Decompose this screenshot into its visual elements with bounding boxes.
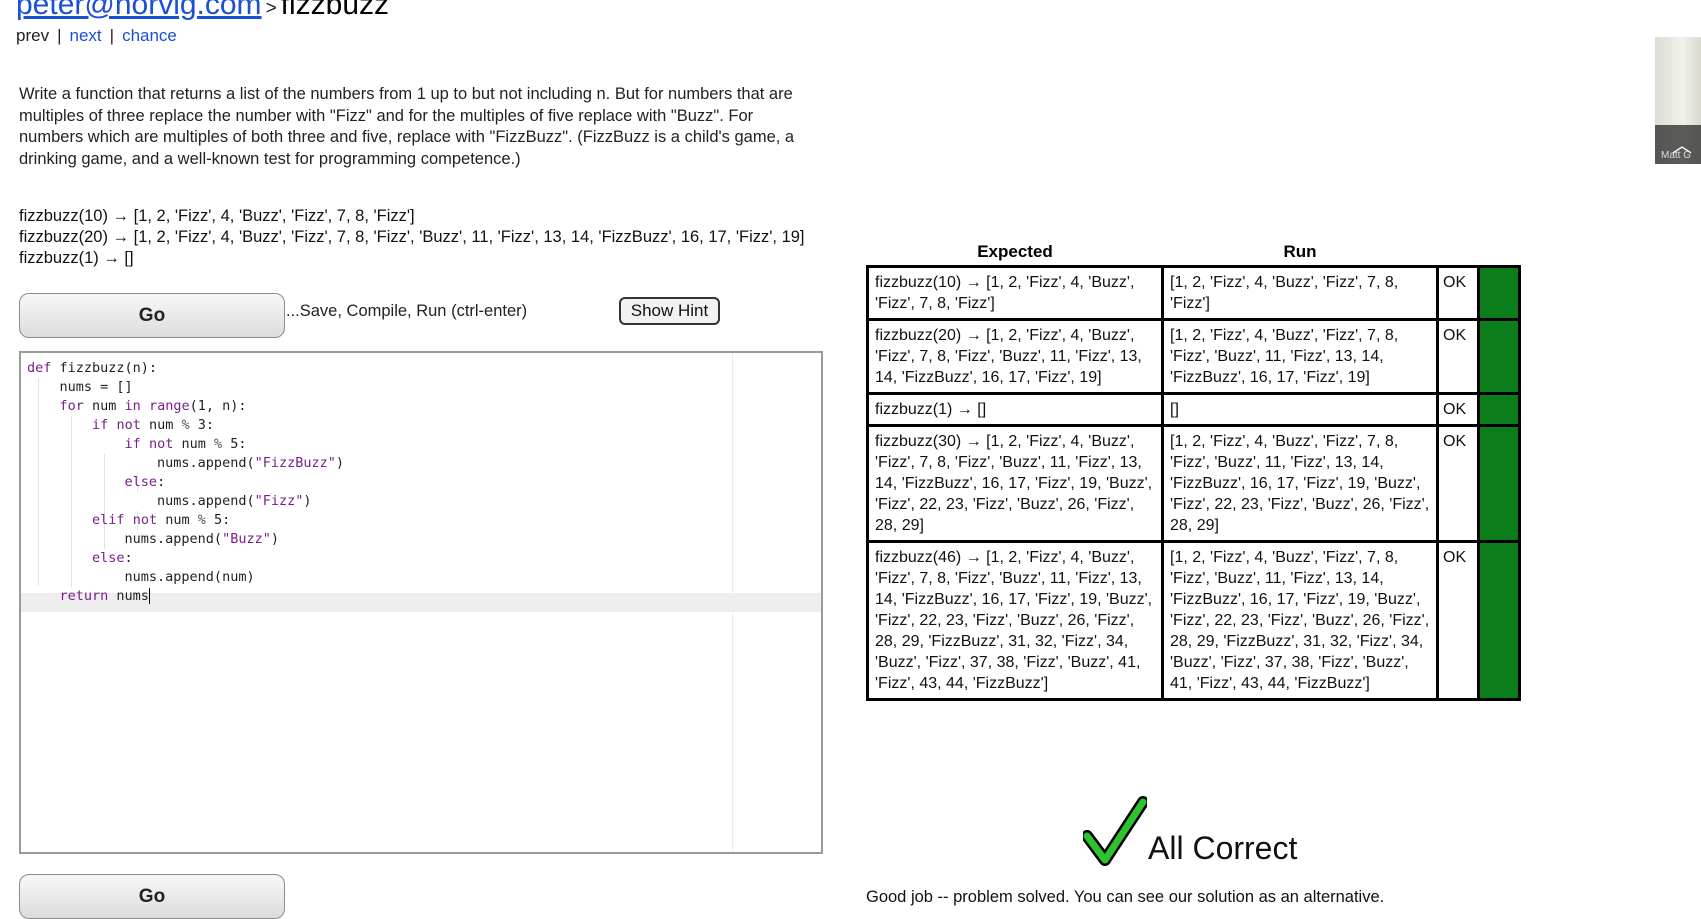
code-line: if not num % 3:	[92, 417, 214, 433]
all-correct-message: All Correct	[1148, 830, 1298, 866]
code-line: else:	[124, 474, 166, 490]
example-line: fizzbuzz(1) → []	[19, 249, 134, 267]
nav-separator: |	[57, 26, 62, 45]
examples: fizzbuzz(10) → [1, 2, 'Fizz', 4, 'Buzz',…	[19, 206, 805, 269]
pass-indicator	[1477, 318, 1521, 395]
chance-link[interactable]: chance	[122, 26, 177, 45]
expected-cell: fizzbuzz(46) → [1, 2, 'Fizz', 4, 'Buzz',…	[866, 540, 1164, 701]
code-editor[interactable]: def fizzbuzz(n): nums = [] for num in ra…	[19, 351, 823, 854]
results-table: Expected Run fizzbuzz(10) → [1, 2, 'Fizz…	[866, 240, 1521, 701]
code-line: if not num % 5:	[124, 436, 247, 452]
example-line: fizzbuzz(20) → [1, 2, 'Fizz', 4, 'Buzz',…	[19, 228, 805, 246]
next-link[interactable]: next	[70, 26, 102, 45]
problem-nav: prev | next | chance	[16, 26, 177, 46]
result-row: fizzbuzz(46) → [1, 2, 'Fizz', 4, 'Buzz',…	[866, 540, 1521, 701]
go-button-bottom[interactable]: Go	[19, 874, 285, 919]
expected-cell: fizzbuzz(20) → [1, 2, 'Fizz', 4, 'Buzz',…	[866, 318, 1164, 395]
status-cell: OK	[1436, 424, 1480, 543]
run-cell: [1, 2, 'Fizz', 4, 'Buzz', 'Fizz', 7, 8, …	[1161, 424, 1439, 543]
expected-cell: fizzbuzz(10) → [1, 2, 'Fizz', 4, 'Buzz',…	[866, 265, 1164, 321]
run-header: Run	[1283, 242, 1317, 261]
pass-indicator	[1477, 392, 1521, 427]
site-header: peter@norvig.com > fizzbuzz	[16, 0, 389, 22]
result-row: fizzbuzz(30) → [1, 2, 'Fizz', 4, 'Buzz',…	[866, 424, 1521, 543]
expected-cell: fizzbuzz(30) → [1, 2, 'Fizz', 4, 'Buzz',…	[866, 424, 1164, 543]
run-cell: []	[1161, 392, 1439, 427]
site-home-link[interactable]: peter@norvig.com	[16, 0, 262, 21]
run-cell: [1, 2, 'Fizz', 4, 'Buzz', 'Fizz', 7, 8, …	[1161, 318, 1439, 395]
code-line: else:	[92, 550, 133, 566]
page-title: fizzbuzz	[280, 0, 390, 21]
prev-link[interactable]: prev	[16, 26, 49, 45]
breadcrumb-separator: >	[265, 0, 277, 19]
nav-separator: |	[109, 26, 115, 45]
thumbnail-caption: Matt G	[1661, 150, 1692, 161]
code-line: return nums	[59, 588, 150, 604]
example-line: fizzbuzz(10) → [1, 2, 'Fizz', 4, 'Buzz',…	[19, 207, 415, 225]
show-hint-button[interactable]: Show Hint	[619, 297, 720, 325]
code-line: for num in range(1, n):	[59, 398, 247, 414]
run-cell: [1, 2, 'Fizz', 4, 'Buzz', 'Fizz', 7, 8, …	[1161, 540, 1439, 701]
run-cell: [1, 2, 'Fizz', 4, 'Buzz', 'Fizz', 7, 8, …	[1161, 265, 1439, 321]
status-cell: OK	[1436, 392, 1480, 427]
pass-indicator	[1477, 424, 1521, 543]
code-line: nums = []	[27, 379, 133, 395]
code-line: nums.append(num)	[27, 569, 255, 585]
status-cell: OK	[1436, 265, 1480, 321]
pass-indicator	[1477, 265, 1521, 321]
code-line: nums.append("FizzBuzz")	[27, 455, 344, 471]
result-row: fizzbuzz(10) → [1, 2, 'Fizz', 4, 'Buzz',…	[866, 265, 1521, 321]
status-cell: OK	[1436, 318, 1480, 395]
code-line: nums.append("Buzz")	[27, 531, 279, 547]
go-button[interactable]: Go	[19, 293, 285, 338]
pass-indicator	[1477, 540, 1521, 701]
result-row: fizzbuzz(1) → [] [] OK	[866, 392, 1521, 427]
status-cell: OK	[1436, 540, 1480, 701]
thumbnail-widget[interactable]: ︿ Matt G	[1655, 37, 1701, 164]
problem-description: Write a function that returns a list of …	[19, 85, 795, 168]
expected-cell: fizzbuzz(1) → []	[866, 392, 1164, 427]
text-cursor	[148, 588, 150, 604]
result-row: fizzbuzz(20) → [1, 2, 'Fizz', 4, 'Buzz',…	[866, 318, 1521, 395]
save-compile-run-hint: ...Save, Compile, Run (ctrl-enter)	[286, 302, 528, 320]
code-line: elif not num % 5:	[92, 512, 231, 528]
code-line: nums.append("Fizz")	[27, 493, 312, 509]
code-line: def fizzbuzz(n):	[27, 360, 158, 376]
green-checkmark-icon	[1081, 796, 1149, 871]
expected-header: Expected	[977, 242, 1053, 261]
good-job-message: Good job -- problem solved. You can see …	[866, 888, 1385, 906]
